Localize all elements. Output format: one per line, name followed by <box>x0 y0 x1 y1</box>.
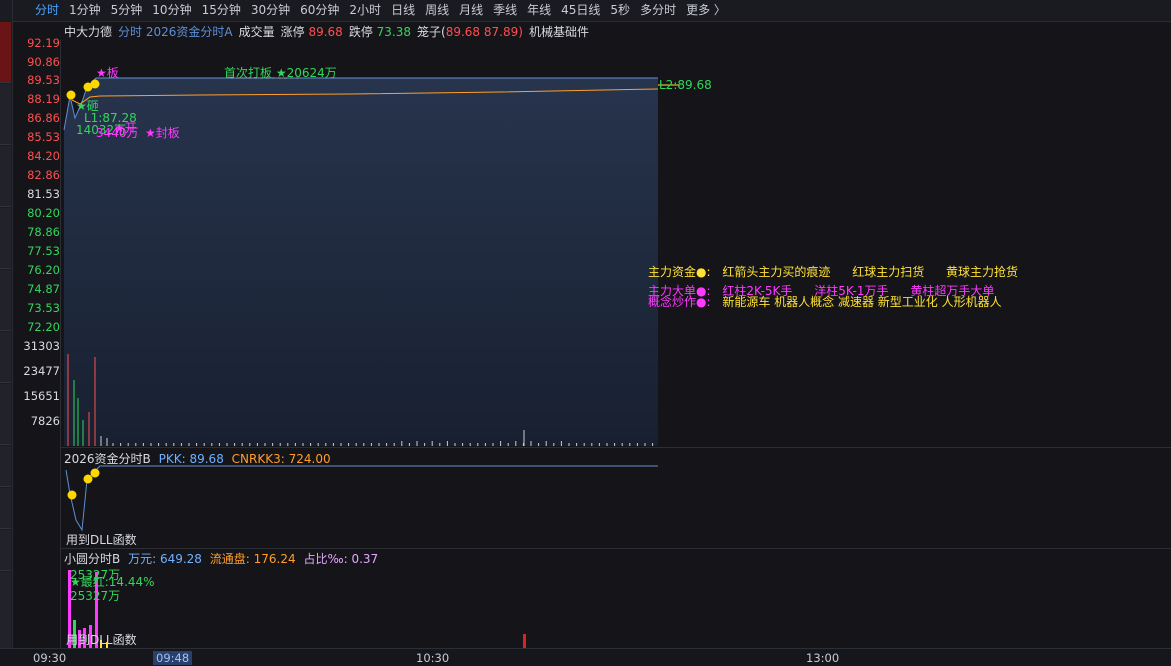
panel2-footer: 用到DLL函数 <box>66 533 137 547</box>
legend-concept-row: 概念炒作●: 新能源车 机器人概念 减速器 新型工业化 人形机器人 <box>648 293 1002 310</box>
board-star-annotation: ★板 <box>96 66 119 80</box>
legend-fund-label: 主力资金●: <box>648 265 711 279</box>
panel3-header: 小圆分时B 万元: 649.28 流通盘: 176.24 占比‰: 0.37 <box>64 550 378 567</box>
float-value: 176.24 <box>253 552 296 566</box>
first-board-annotation: 首次打板 ★20624万 <box>224 66 337 80</box>
time-tick: 13:00 <box>806 651 840 665</box>
legend-fund-item: 红球主力扫货 <box>852 265 925 279</box>
cnrkk-value: 724.00 <box>288 452 331 466</box>
pkk-label: PKK: <box>158 452 186 466</box>
ratio-label: 占比‰: <box>303 552 348 566</box>
time-cursor-label: 09:48 <box>153 651 193 665</box>
l2-value-label: L2:89.68 <box>659 78 712 92</box>
legend-fund-row: 主力资金●: 红箭头主力买的痕迹 红球主力扫货 黄球主力抢货 <box>648 263 1018 280</box>
pkk-value: 89.68 <box>189 452 224 466</box>
time-axis: 09:30 09:48 10:30 13:00 <box>0 648 1171 666</box>
float-label: 流通盘: <box>209 552 250 566</box>
legend-fund-item: 红箭头主力买的痕迹 <box>722 265 831 279</box>
legend-fund-item: 黄球主力抢货 <box>946 265 1019 279</box>
panel3-amount-annotation-2: 25327万 <box>70 589 121 603</box>
panel3-title[interactable]: 小圆分时B <box>64 552 120 566</box>
panel3-footer: 用到DLL函数 <box>66 633 137 647</box>
time-tick: 09:30 <box>33 651 67 665</box>
seal-annotation: ★封板 <box>145 126 180 140</box>
wan-label: 万元: <box>128 552 157 566</box>
legend-concept-items: 新能源车 机器人概念 减速器 新型工业化 人形机器人 <box>722 295 1002 309</box>
legend-concept-label: 概念炒作●: <box>648 295 711 309</box>
wan-value: 649.28 <box>159 552 202 566</box>
panel2-title[interactable]: 2026资金分时B <box>64 452 151 466</box>
cnrkk-label: CNRKK3: <box>231 452 285 466</box>
amount2-annotation: 3440万 <box>96 126 139 140</box>
time-tick: 10:30 <box>416 651 450 665</box>
ratio-value: 0.37 <box>351 552 379 566</box>
panel2-header: 2026资金分时B PKK: 89.68 CNRKK3: 724.00 <box>64 450 331 467</box>
